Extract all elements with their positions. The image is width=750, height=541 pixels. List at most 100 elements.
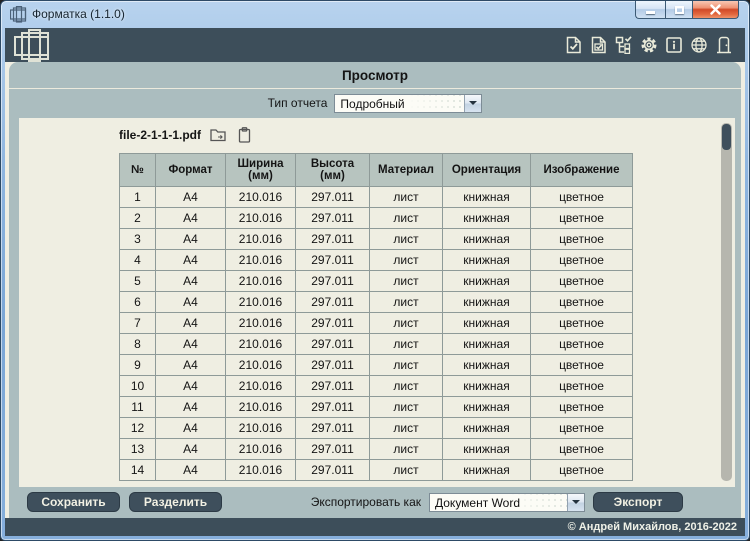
maximize-icon bbox=[675, 6, 684, 14]
report-type-dropdown-button[interactable] bbox=[464, 95, 481, 112]
table-cell: книжная bbox=[443, 250, 531, 271]
export-format-select[interactable]: Документ Word bbox=[429, 493, 585, 512]
table-cell: 210.016 bbox=[226, 376, 296, 397]
export-as-label: Экспортировать как bbox=[311, 495, 421, 509]
maximize-button[interactable] bbox=[665, 1, 693, 19]
table-cell: цветное bbox=[531, 418, 633, 439]
table-cell: 210.016 bbox=[226, 460, 296, 481]
table-cell: A4 bbox=[156, 355, 226, 376]
table-cell: 210.016 bbox=[226, 250, 296, 271]
table-cell: цветное bbox=[531, 376, 633, 397]
split-button[interactable]: Разделить bbox=[129, 492, 222, 512]
exit-door-icon[interactable] bbox=[715, 36, 733, 54]
table-cell: 210.016 bbox=[226, 208, 296, 229]
minimize-button[interactable] bbox=[635, 1, 665, 19]
about-info-icon[interactable] bbox=[665, 36, 683, 54]
export-format-value: Документ Word bbox=[430, 494, 567, 511]
table-cell: 2 bbox=[120, 208, 156, 229]
table-cell: 6 bbox=[120, 292, 156, 313]
export-format-dropdown-button[interactable] bbox=[567, 494, 584, 511]
table-cell: книжная bbox=[443, 334, 531, 355]
table-cell: 210.016 bbox=[226, 292, 296, 313]
table-cell: 1 bbox=[120, 187, 156, 208]
scrollbar-thumb[interactable] bbox=[722, 124, 731, 150]
table-cell: цветное bbox=[531, 250, 633, 271]
table-column-header: Высота (мм) bbox=[296, 154, 370, 187]
table-cell: 210.016 bbox=[226, 229, 296, 250]
table-cell: 297.011 bbox=[296, 376, 370, 397]
table-cell: 11 bbox=[120, 397, 156, 418]
table-column-header: Материал bbox=[370, 154, 443, 187]
table-cell: 5 bbox=[120, 271, 156, 292]
table-cell: A4 bbox=[156, 397, 226, 418]
export-button[interactable]: Экспорт bbox=[593, 492, 683, 512]
batch-check-icon[interactable] bbox=[615, 36, 633, 54]
table-cell: лист bbox=[370, 208, 443, 229]
table-cell: 297.011 bbox=[296, 250, 370, 271]
close-icon bbox=[710, 4, 721, 15]
table-row: 8A4210.016297.011листкнижнаяцветное bbox=[120, 334, 633, 355]
action-bar: Сохранить Разделить Экспортировать как Д… bbox=[9, 487, 741, 518]
table-cell: цветное bbox=[531, 439, 633, 460]
app-window: Форматка (1.1.0) bbox=[0, 0, 750, 541]
close-button[interactable] bbox=[693, 1, 739, 19]
table-cell: книжная bbox=[443, 292, 531, 313]
file-row: file-2-1-1-1.pdf bbox=[119, 127, 253, 143]
report-type-select[interactable]: Подробный bbox=[334, 94, 482, 113]
table-cell: цветное bbox=[531, 208, 633, 229]
table-header-row: №ФорматШирина (мм)Высота (мм)МатериалОри… bbox=[120, 154, 633, 187]
website-globe-icon[interactable] bbox=[690, 36, 708, 54]
report-current-icon[interactable] bbox=[565, 36, 583, 54]
table-cell: A4 bbox=[156, 187, 226, 208]
table-cell: 297.011 bbox=[296, 460, 370, 481]
table-row: 7A4210.016297.011листкнижнаяцветное bbox=[120, 313, 633, 334]
report-all-icon[interactable] bbox=[590, 36, 608, 54]
copy-clipboard-icon[interactable] bbox=[236, 127, 253, 143]
report-type-label: Тип отчета bbox=[268, 96, 328, 110]
table-column-header: Ширина (мм) bbox=[226, 154, 296, 187]
table-cell: цветное bbox=[531, 229, 633, 250]
table-cell: 12 bbox=[120, 418, 156, 439]
table-cell: лист bbox=[370, 187, 443, 208]
table-cell: книжная bbox=[443, 208, 531, 229]
minimize-icon bbox=[646, 11, 655, 14]
table-cell: лист bbox=[370, 229, 443, 250]
table-row: 9A4210.016297.011листкнижнаяцветное bbox=[120, 355, 633, 376]
table-cell: 297.011 bbox=[296, 187, 370, 208]
table-cell: A4 bbox=[156, 250, 226, 271]
main-panel: Просмотр Тип отчета Подробный file-2-1-1… bbox=[9, 62, 741, 518]
table-cell: 297.011 bbox=[296, 208, 370, 229]
table-cell: книжная bbox=[443, 460, 531, 481]
table-cell: 10 bbox=[120, 376, 156, 397]
table-cell: 297.011 bbox=[296, 292, 370, 313]
table-body: 1A4210.016297.011листкнижнаяцветное2A421… bbox=[120, 187, 633, 481]
table-cell: A4 bbox=[156, 229, 226, 250]
app-logo-icon bbox=[10, 6, 27, 23]
table-cell: A4 bbox=[156, 376, 226, 397]
report-table-viewport[interactable]: №ФорматШирина (мм)Высота (мм)МатериалОри… bbox=[119, 153, 639, 481]
titlebar: Форматка (1.1.0) bbox=[1, 1, 749, 28]
table-cell: A4 bbox=[156, 292, 226, 313]
table-cell: книжная bbox=[443, 271, 531, 292]
table-cell: книжная bbox=[443, 187, 531, 208]
table-row: 6A4210.016297.011листкнижнаяцветное bbox=[120, 292, 633, 313]
table-cell: цветное bbox=[531, 460, 633, 481]
save-button[interactable]: Сохранить bbox=[27, 492, 120, 512]
table-cell: книжная bbox=[443, 439, 531, 460]
open-folder-icon[interactable] bbox=[210, 127, 227, 143]
table-cell: 210.016 bbox=[226, 355, 296, 376]
table-cell: цветное bbox=[531, 187, 633, 208]
table-cell: 210.016 bbox=[226, 271, 296, 292]
copyright-text: © Андрей Михайлов, 2016-2022 bbox=[568, 521, 737, 533]
table-row: 14A4210.016297.011листкнижнаяцветное bbox=[120, 460, 633, 481]
app-client-area: Просмотр Тип отчета Подробный file-2-1-1… bbox=[5, 28, 745, 536]
table-row: 12A4210.016297.011листкнижнаяцветное bbox=[120, 418, 633, 439]
table-cell: 297.011 bbox=[296, 418, 370, 439]
table-cell: лист bbox=[370, 397, 443, 418]
table-cell: лист bbox=[370, 376, 443, 397]
table-cell: лист bbox=[370, 334, 443, 355]
table-cell: 210.016 bbox=[226, 334, 296, 355]
table-cell: лист bbox=[370, 250, 443, 271]
vertical-scrollbar[interactable] bbox=[721, 123, 732, 481]
settings-gear-icon[interactable] bbox=[640, 36, 658, 54]
